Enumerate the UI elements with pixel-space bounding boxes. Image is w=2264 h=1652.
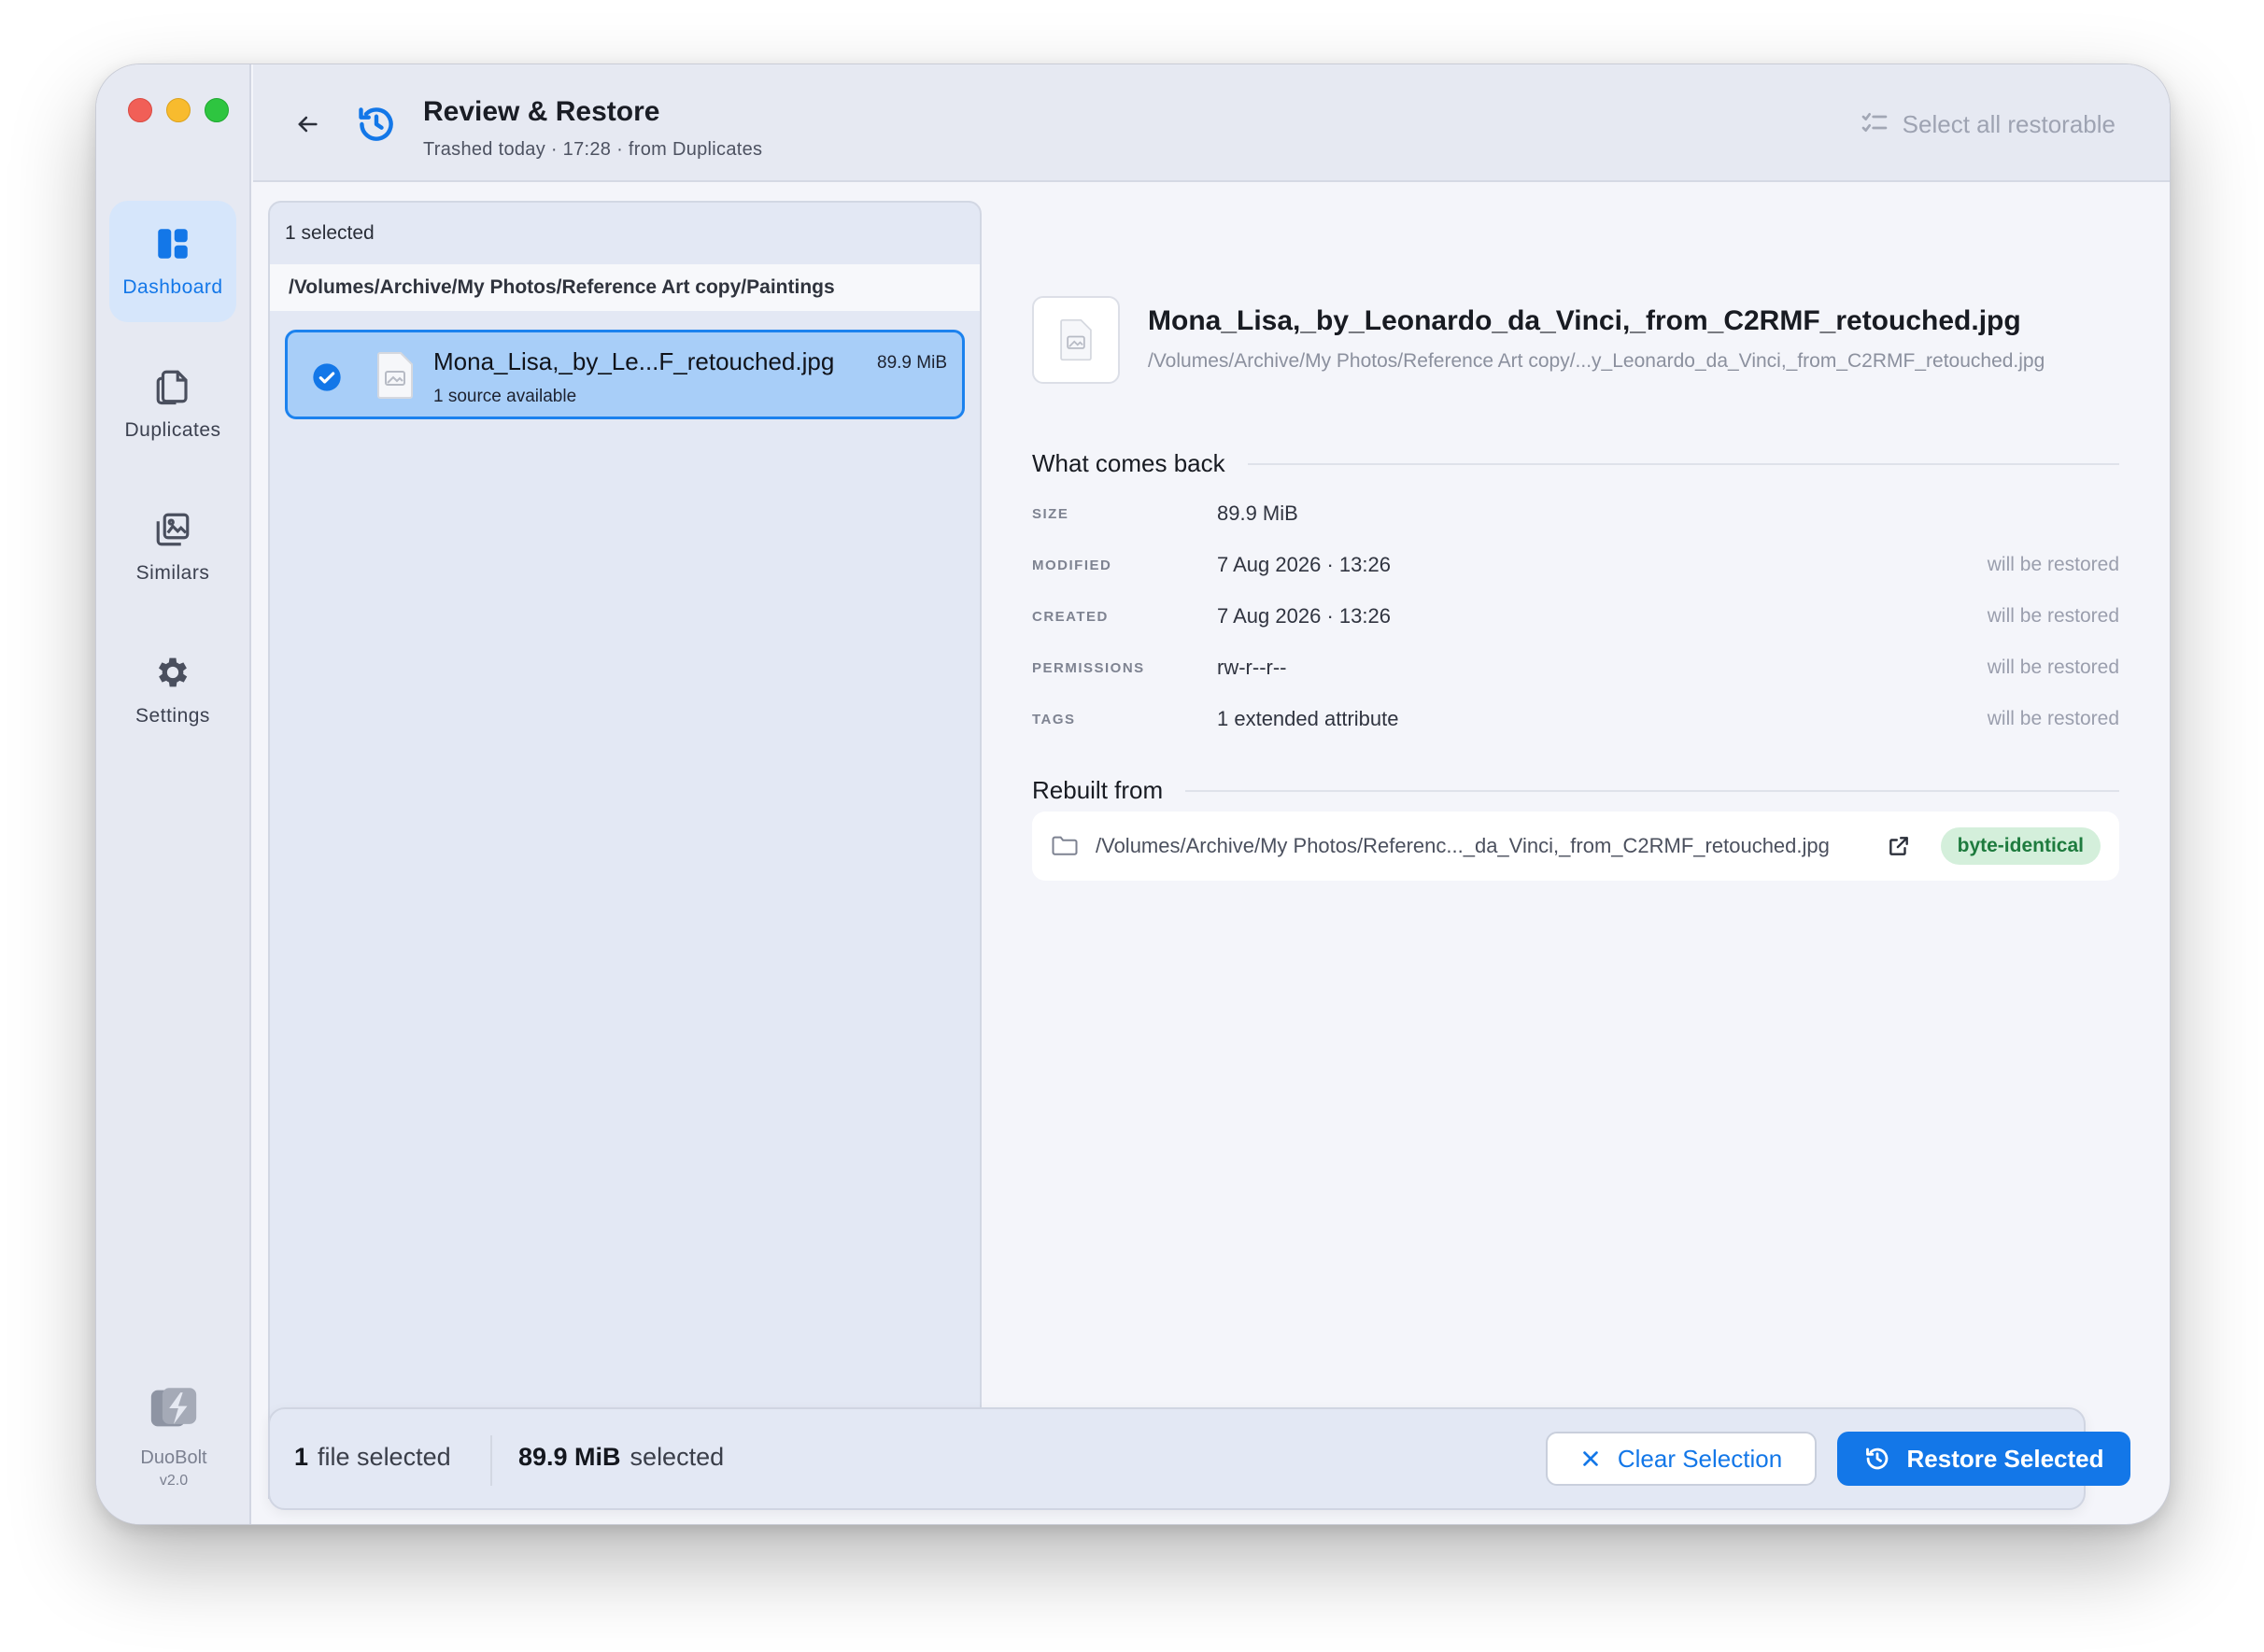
sidebar-item-settings[interactable]: Settings <box>109 629 236 751</box>
checkmark-circle-icon[interactable] <box>312 362 342 392</box>
sidebar-nav: Dashboard Duplicates Similars Settings <box>109 201 236 772</box>
zoom-window-button[interactable] <box>205 98 229 122</box>
metadata-row-permissions: PERMISSIONS rw-r--r-- will be restored <box>1032 654 2119 682</box>
file-name: Mona_Lisa,_by_Le...F_retouched.jpg <box>433 347 835 375</box>
window-controls <box>128 98 229 122</box>
sidebar-item-duplicates[interactable]: Duplicates <box>109 344 236 465</box>
clear-selection-button[interactable]: Clear Selection <box>1546 1432 1817 1486</box>
section-divider <box>1247 462 2119 465</box>
rebuilt-from-section: Rebuilt from <box>1032 776 2119 805</box>
size-number: 89.9 MiB <box>518 1443 621 1471</box>
what-comes-back-section: What comes back <box>1032 449 2119 478</box>
detail-pane: Mona_Lisa,_by_Leonardo_da_Vinci,_from_C2… <box>982 201 2170 1471</box>
open-external-icon[interactable] <box>1887 834 1911 858</box>
app-window: Dashboard Duplicates Similars Settings D… <box>95 64 2171 1525</box>
metadata-key: MODIFIED <box>1032 557 1112 573</box>
page-title: Review & Restore <box>423 96 660 127</box>
checklist-icon <box>1861 113 1887 132</box>
restore-note: will be restored <box>1987 554 2119 575</box>
file-size: 89.9 MiB <box>877 353 947 373</box>
similars-icon <box>156 513 190 546</box>
detail-file-name: Mona_Lisa,_by_Leonardo_da_Vinci,_from_C2… <box>1148 305 2021 336</box>
minimize-window-button[interactable] <box>166 98 191 122</box>
file-list-pane: 1 selected /Volumes/Archive/My Photos/Re… <box>268 201 982 1499</box>
header: Review & Restore Trashed today · 17:28 ·… <box>253 64 2170 182</box>
restore-history-icon <box>1865 1447 1888 1470</box>
sidebar-item-label: Settings <box>135 705 210 727</box>
restore-note: will be restored <box>1987 657 2119 678</box>
restore-selected-label: Restore Selected <box>1906 1444 2104 1473</box>
section-divider <box>1185 789 2119 792</box>
metadata-value: 1 extended attribute <box>1217 707 1399 730</box>
file-count-label: file selected <box>318 1443 451 1471</box>
metadata-row-modified: MODIFIED 7 Aug 2026 · 13:26 will be rest… <box>1032 551 2119 579</box>
restore-note: will be restored <box>1987 605 2119 627</box>
duobolt-logo-icon <box>150 1388 197 1427</box>
metadata-key: PERMISSIONS <box>1032 659 1145 676</box>
restore-selected-button[interactable]: Restore Selected <box>1837 1432 2130 1486</box>
detail-file-path: /Volumes/Archive/My Photos/Reference Art… <box>1148 350 2045 372</box>
dashboard-icon <box>158 229 188 259</box>
brand-version: v2.0 <box>159 1473 189 1489</box>
selection-count: 1 selected <box>285 222 375 244</box>
rebuild-source-row: /Volumes/Archive/My Photos/Referenc..._d… <box>1032 812 2119 881</box>
metadata-value: rw-r--r-- <box>1217 656 1287 679</box>
clear-selection-label: Clear Selection <box>1617 1444 1783 1473</box>
section-title: What comes back <box>1032 449 1225 477</box>
sidebar-item-label: Similars <box>135 562 210 584</box>
section-title: Rebuilt from <box>1032 776 1164 804</box>
sidebar-item-similars[interactable]: Similars <box>109 487 236 608</box>
group-path-header: /Volumes/Archive/My Photos/Reference Art… <box>270 264 980 311</box>
byte-identical-badge: byte-identical <box>1940 827 2101 865</box>
gear-icon <box>158 657 188 687</box>
sidebar-item-dashboard[interactable]: Dashboard <box>109 201 236 322</box>
metadata-key: CREATED <box>1032 608 1109 625</box>
summary-divider <box>490 1435 492 1486</box>
back-arrow-icon[interactable] <box>294 111 320 137</box>
metadata-value: 7 Aug 2026 · 13:26 <box>1217 604 1391 628</box>
restore-history-icon <box>359 107 393 141</box>
files-selected-summary: 1 file selected <box>294 1443 451 1472</box>
select-all-label: Select all restorable <box>1902 109 2115 138</box>
image-file-icon <box>377 352 413 399</box>
metadata-row-created: CREATED 7 Aug 2026 · 13:26 will be resto… <box>1032 602 2119 630</box>
folder-icon <box>1052 836 1078 855</box>
metadata-key: SIZE <box>1032 505 1069 522</box>
metadata-row-size: SIZE 89.9 MiB <box>1032 500 2119 528</box>
page-subtitle: Trashed today · 17:28 · from Duplicates <box>423 139 763 160</box>
source-path: /Volumes/Archive/My Photos/Referenc..._d… <box>1096 834 1830 857</box>
file-row[interactable]: Mona_Lisa,_by_Le...F_retouched.jpg 1 sou… <box>285 330 965 419</box>
selection-action-bar: 1 file selected 89.9 MiB selected Clear Se… <box>268 1407 2130 1510</box>
metadata-row-tags: TAGS 1 extended attribute will be restor… <box>1032 705 2119 733</box>
close-window-button[interactable] <box>128 98 152 122</box>
brand-name: DuoBolt <box>140 1447 207 1468</box>
metadata-value: 89.9 MiB <box>1217 501 1298 525</box>
source-availability: 1 source available <box>433 387 577 406</box>
metadata-key: TAGS <box>1032 711 1076 727</box>
duplicates-icon <box>156 370 188 405</box>
sidebar: Dashboard Duplicates Similars Settings D… <box>96 64 251 1524</box>
file-count-number: 1 <box>294 1443 309 1471</box>
brand: DuoBolt v2.0 <box>96 1381 251 1490</box>
sidebar-item-label: Duplicates <box>124 419 221 441</box>
image-file-icon <box>1060 318 1092 361</box>
metadata-value: 7 Aug 2026 · 13:26 <box>1217 553 1391 576</box>
restore-note: will be restored <box>1987 708 2119 729</box>
sidebar-item-label: Dashboard <box>122 276 223 298</box>
file-thumbnail <box>1032 296 1120 384</box>
select-all-restorable-button[interactable]: Select all restorable <box>1860 109 2115 139</box>
close-icon <box>1583 1451 1598 1466</box>
size-selected-summary: 89.9 MiB selected <box>518 1443 724 1472</box>
size-label: selected <box>630 1443 725 1471</box>
